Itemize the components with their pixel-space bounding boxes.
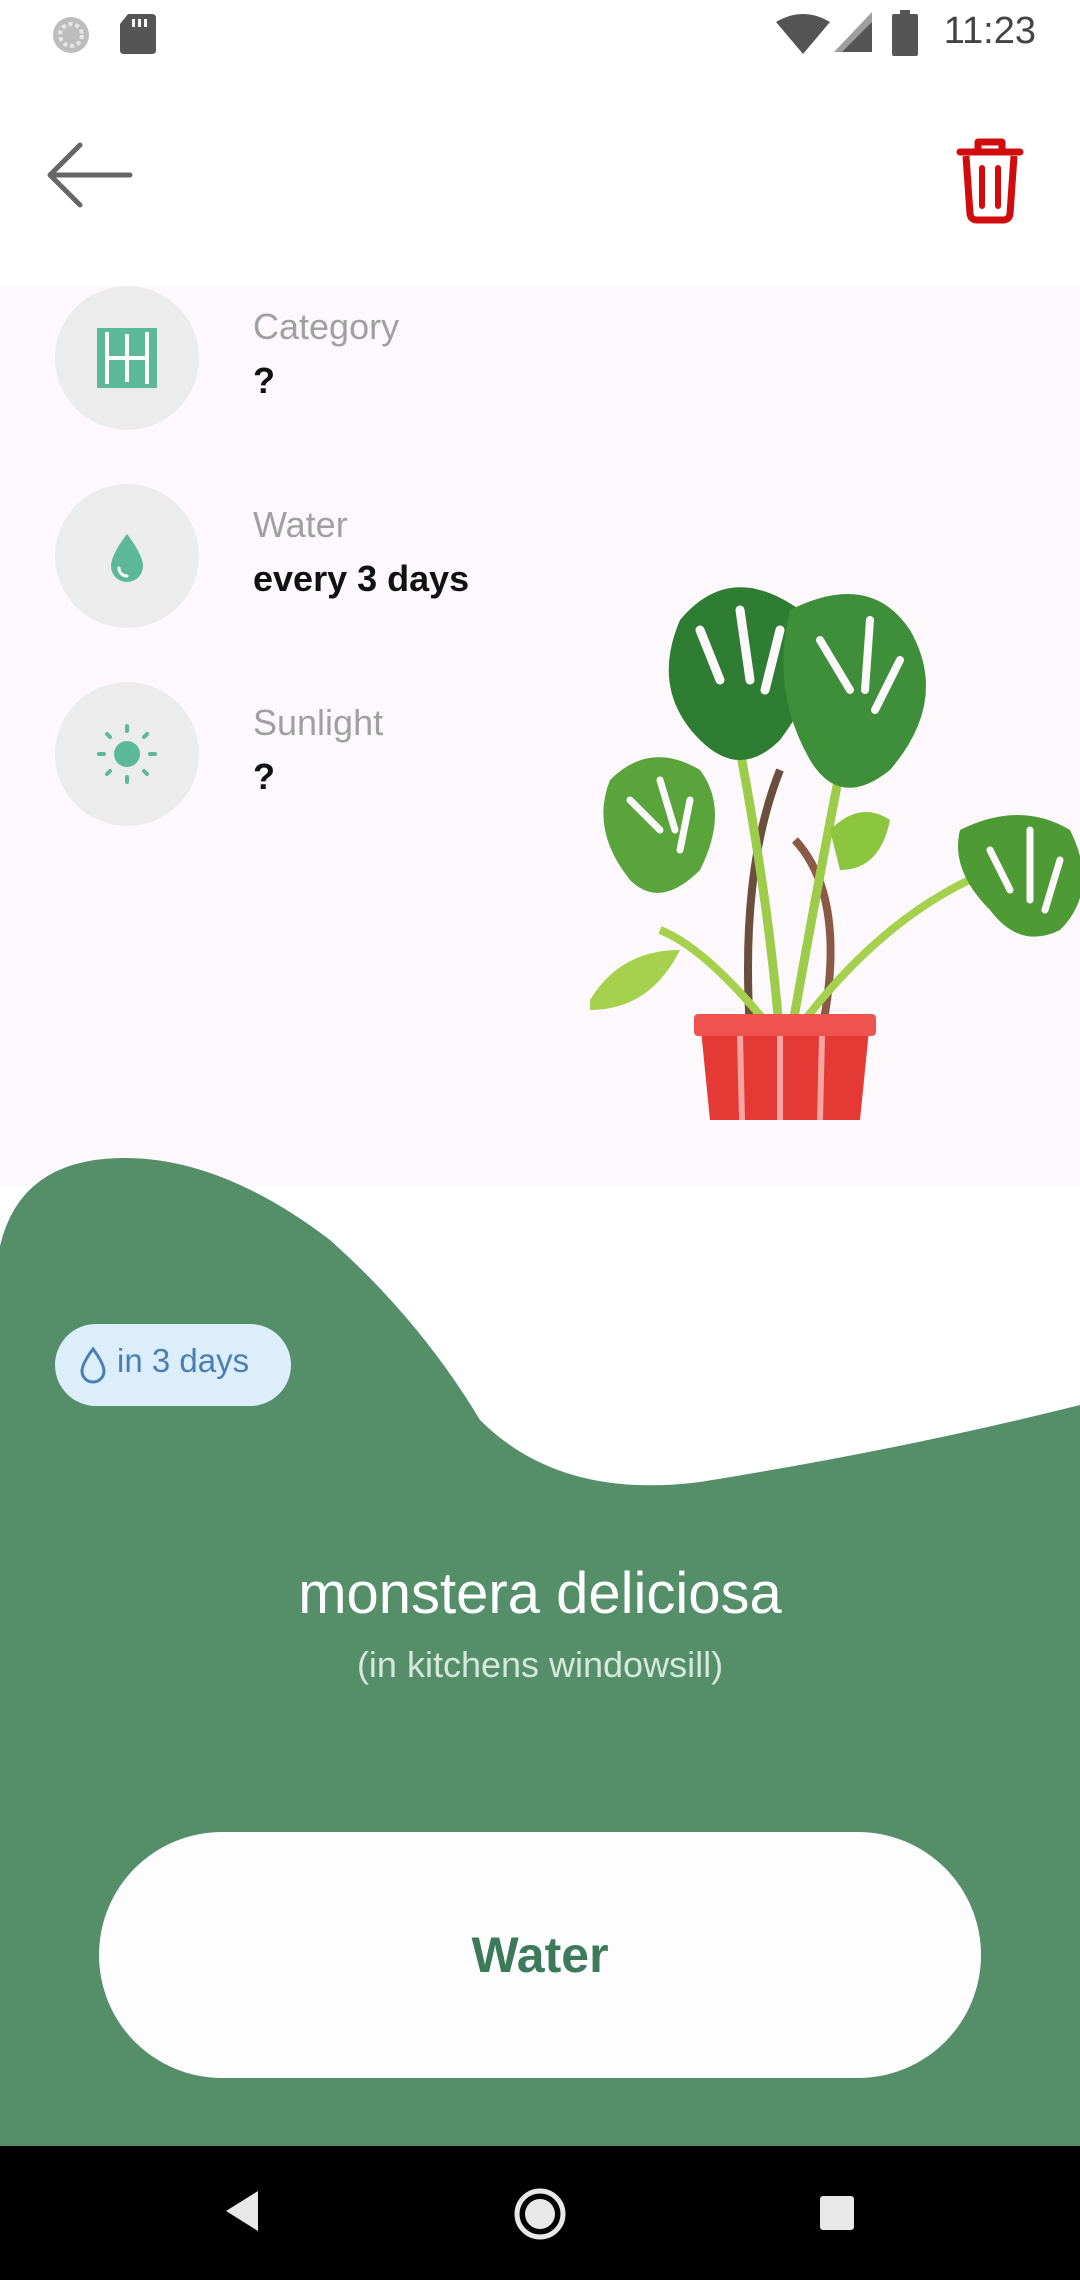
sun-icon [97,724,157,784]
category-label: Category [253,306,400,347]
navigation-bar [0,2146,1080,2280]
sunlight-label: Sunlight [253,702,384,743]
sunlight-value: ? [253,756,275,797]
detail-row-category: Category ? [55,286,655,430]
water-button[interactable]: Water [99,1832,981,2078]
wifi-icon [776,14,830,54]
nav-home-icon[interactable] [514,2188,566,2240]
window-icon [97,328,157,388]
category-value: ? [253,360,275,401]
sd-card-icon [120,14,156,54]
nav-recents-icon[interactable] [818,2194,856,2232]
water-drop-icon [111,534,143,582]
water-value: every 3 days [253,558,470,599]
sync-icon [53,17,89,53]
plant-location: (in kitchens windowsill) [356,1644,724,1685]
app-bar [0,66,1080,286]
nav-back-icon[interactable] [222,2188,262,2234]
water-drop-outline-icon [80,1346,106,1384]
detail-row-sunlight: Sunlight ? [55,682,655,826]
next-watering-badge: in 3 days [55,1324,291,1406]
water-button-label: Water [471,1927,609,1983]
water-icon-circle [55,484,199,628]
detail-row-water: Water every 3 days [55,484,655,628]
battery-icon [892,10,918,56]
plant-name: monstera deliciosa [298,1561,782,1626]
status-bar: 11:23 [0,0,1080,66]
cell-signal-icon [834,12,872,52]
next-watering-label: in 3 days [117,1342,250,1379]
plant-detail-screen: 11:23 Category ? Water every 3 days Sunl… [0,0,1080,2280]
delete-button[interactable] [940,128,1040,228]
back-button[interactable] [40,120,140,230]
status-time: 11:23 [943,10,1036,52]
trash-icon [956,138,1024,224]
category-icon-circle [55,286,199,430]
arrow-left-icon [47,142,133,208]
water-label: Water [253,504,348,545]
sunlight-icon-circle [55,682,199,826]
plant-illustration [590,587,1080,1121]
